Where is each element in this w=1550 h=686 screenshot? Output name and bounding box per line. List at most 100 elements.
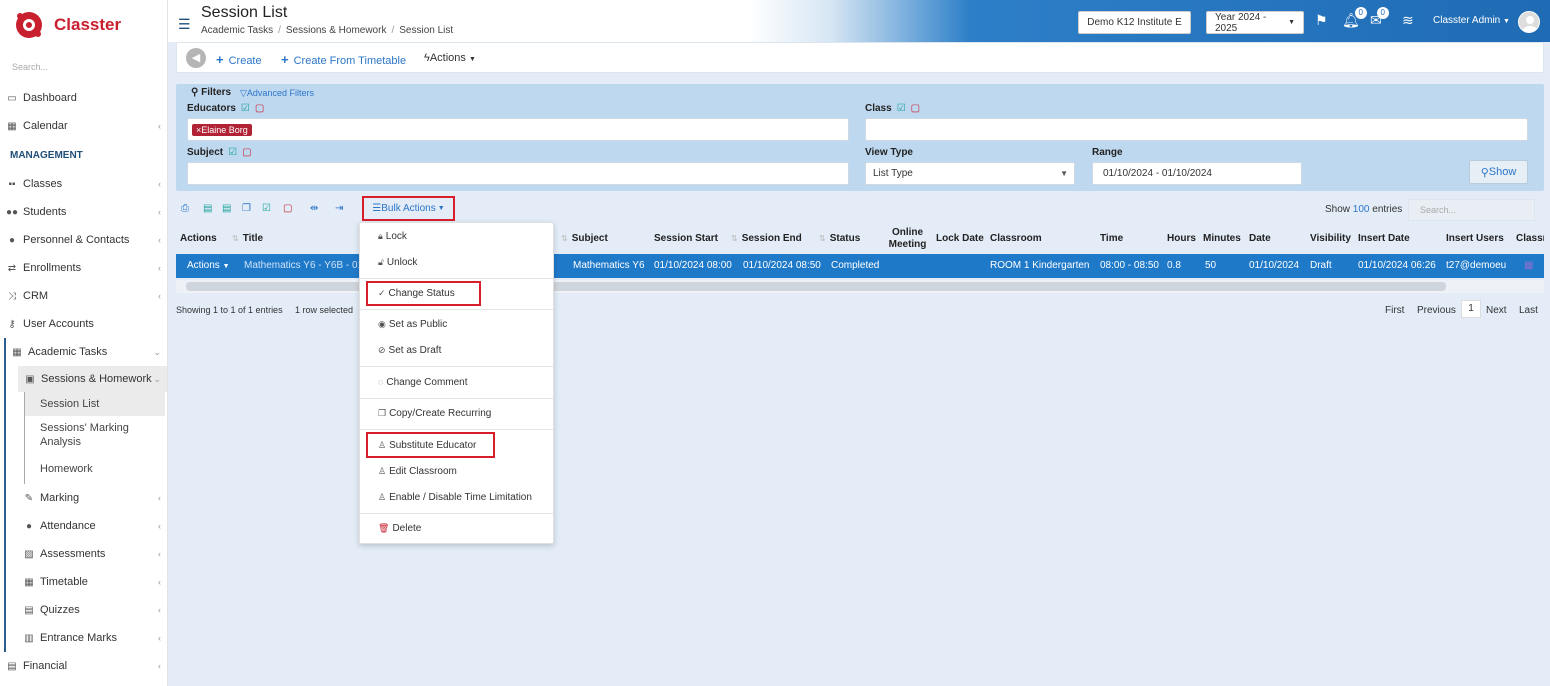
col-header-insert-date[interactable]: Insert Date	[1358, 233, 1410, 245]
create-button[interactable]: + Create	[216, 52, 262, 67]
col-header-session-start[interactable]: Session Start	[654, 233, 718, 245]
sidebar-item-marking-analysis[interactable]: Sessions' Marking Analysis	[25, 416, 167, 454]
copy-icon[interactable]: ❐	[242, 203, 251, 214]
menu-item-lock[interactable]: 🔒︎ Lock	[378, 231, 407, 242]
row-actions-dropdown[interactable]: Actions ▼	[187, 260, 230, 271]
breadcrumb-item[interactable]: Sessions & Homework	[286, 25, 387, 36]
pager-current[interactable]: 1	[1461, 300, 1481, 318]
user-icon: ♙	[378, 466, 387, 476]
view-type-label: View Type	[865, 147, 913, 158]
flag-icon[interactable]: ⚑	[1315, 12, 1328, 29]
deselect-icon[interactable]: ▢	[283, 203, 292, 214]
col-header-insert-users[interactable]: Insert Users	[1446, 233, 1504, 245]
sidebar-item-homework[interactable]: Homework	[25, 454, 167, 484]
sidebar-search-input[interactable]: Search...	[0, 50, 167, 84]
hamburger-menu-icon[interactable]: ☰	[178, 16, 191, 33]
sidebar-item-sessions-homework[interactable]: ▣ Sessions & Homework ⌄	[18, 366, 167, 392]
range-input[interactable]: 01/10/2024 - 01/10/2024	[1092, 162, 1302, 185]
menu-item-copy-recurring[interactable]: ❐ Copy/Create Recurring	[378, 408, 491, 419]
assessment-icon: ▨	[24, 548, 34, 560]
mail-icon[interactable]: ✉ 0	[1370, 7, 1389, 29]
menu-item-time-limitation[interactable]: ♙ Enable / Disable Time Limitation	[378, 492, 532, 503]
sidebar-item-students[interactable]: ●● Students ‹	[0, 198, 167, 226]
sidebar-item-quizzes[interactable]: ▤ Quizzes ‹	[6, 596, 167, 624]
select-all-icon[interactable]: ☑	[262, 203, 271, 214]
sidebar-item-personnel[interactable]: ● Personnel & Contacts ‹	[0, 226, 167, 254]
csv-icon[interactable]: ▤	[222, 203, 231, 214]
back-button[interactable]: ◀	[186, 48, 206, 68]
sidebar-item-session-list[interactable]: Session List	[25, 392, 165, 416]
print-icon[interactable]: ⎙	[181, 203, 189, 214]
col-header-title[interactable]: Title	[232, 233, 263, 245]
sidebar-item-attendance[interactable]: ● Attendance ‹	[6, 512, 167, 540]
menu-divider	[360, 513, 553, 514]
user-menu[interactable]: Classter Admin ▼	[1433, 15, 1510, 26]
col-header-online-meeting[interactable]: Online Meeting	[885, 227, 930, 251]
clear-square-icon[interactable]: ▢	[242, 147, 251, 158]
col-header-status[interactable]: Status	[819, 233, 861, 245]
institute-selector[interactable]: Demo K12 Institute E	[1078, 11, 1191, 34]
advanced-filters-link[interactable]: ▽Advanced Filters	[240, 88, 314, 99]
show-button[interactable]: ⚲ Show	[1469, 160, 1528, 184]
col-header-hours[interactable]: Hours	[1167, 233, 1196, 245]
check-square-icon[interactable]: ☑	[228, 147, 237, 158]
chevron-left-icon: ‹	[158, 577, 161, 587]
menu-item-edit-classroom[interactable]: ♙ Edit Classroom	[378, 466, 457, 477]
pager-previous[interactable]: Previous	[1417, 305, 1456, 316]
create-from-timetable-button[interactable]: + Create From Timetable	[281, 52, 406, 67]
view-type-select[interactable]: List Type ▼	[865, 162, 1075, 185]
sidebar-item-user-accounts[interactable]: ⚷ User Accounts	[0, 310, 167, 338]
class-input[interactable]	[865, 118, 1528, 141]
layers-icon[interactable]: ≋	[1402, 12, 1414, 29]
table-search-input[interactable]: Search...	[1408, 199, 1535, 221]
col-header-minutes[interactable]: Minutes	[1203, 233, 1241, 245]
columns-icon[interactable]: ⇹	[310, 203, 318, 214]
pager-next[interactable]: Next	[1486, 305, 1507, 316]
menu-item-change-comment[interactable]: ◌ Change Comment	[378, 377, 468, 388]
pager-last[interactable]: Last	[1519, 305, 1538, 316]
educators-input[interactable]: ×Elaine Borg	[187, 118, 849, 141]
export-icon[interactable]: ⇥	[335, 203, 343, 214]
col-header-visibility[interactable]: Visibility	[1310, 233, 1351, 245]
bell-icon[interactable]: 🔔︎ 0	[1342, 7, 1367, 29]
sidebar-item-marking[interactable]: ✎ Marking ‹	[6, 484, 167, 512]
col-header-time[interactable]: Time	[1100, 233, 1123, 245]
sidebar-item-classes[interactable]: ▪▪ Classes ‹	[0, 170, 167, 198]
clear-square-icon[interactable]: ▢	[255, 103, 264, 114]
page-length[interactable]: Show 100 entries	[1325, 204, 1402, 215]
col-header-classroom[interactable]: Classroom	[990, 233, 1042, 245]
avatar[interactable]	[1518, 11, 1540, 33]
logo[interactable]: Classter	[0, 0, 167, 50]
year-selector[interactable]: Year 2024 - 2025 ▼	[1206, 11, 1304, 34]
col-header-session-end[interactable]: Session End	[731, 233, 802, 245]
clear-square-icon[interactable]: ▢	[911, 103, 920, 114]
col-header-subject[interactable]: Subject	[561, 233, 608, 245]
sidebar-item-calendar[interactable]: ▦ Calendar ‹	[0, 112, 167, 140]
col-header-lock-date[interactable]: Lock Date	[936, 233, 984, 245]
sidebar-item-academic-tasks[interactable]: ▦ Academic Tasks ⌄	[6, 338, 167, 366]
classroom-grid-icon[interactable]: ▦	[1524, 260, 1533, 271]
cell-title[interactable]: Mathematics Y6 - Y6B - 01	[244, 260, 363, 271]
pager-first[interactable]: First	[1385, 305, 1404, 316]
check-square-icon[interactable]: ☑	[897, 103, 906, 114]
check-square-icon[interactable]: ☑	[241, 103, 250, 114]
breadcrumb-item[interactable]: Academic Tasks	[201, 25, 273, 36]
actions-dropdown[interactable]: ϟActions ▼	[424, 52, 476, 64]
col-header-classr[interactable]: Classr	[1516, 233, 1544, 245]
menu-item-set-draft[interactable]: ⊘ Set as Draft	[378, 345, 441, 356]
menu-item-set-public[interactable]: ◉ Set as Public	[378, 319, 447, 330]
menu-item-unlock[interactable]: 🔓︎ Unlock	[378, 257, 417, 268]
sidebar-item-timetable[interactable]: ▦ Timetable ‹	[6, 568, 167, 596]
sidebar-item-assessments[interactable]: ▨ Assessments ‹	[6, 540, 167, 568]
sidebar-item-entrance-marks[interactable]: ▥ Entrance Marks ‹	[6, 624, 167, 652]
sidebar-item-dashboard[interactable]: ▭ Dashboard	[0, 84, 167, 112]
sidebar-item-enrollments[interactable]: ⇄ Enrollments ‹	[0, 254, 167, 282]
subject-input[interactable]	[187, 162, 849, 185]
col-header-date[interactable]: Date	[1249, 233, 1271, 245]
excel-icon[interactable]: ▤	[203, 203, 212, 214]
educator-tag[interactable]: ×Elaine Borg	[192, 123, 252, 136]
sidebar-item-crm[interactable]: ⤨ CRM ‹	[0, 282, 167, 310]
menu-item-delete[interactable]: 🗑︎ Delete	[378, 523, 421, 534]
sidebar-item-financial[interactable]: ▤ Financial ‹	[0, 652, 167, 680]
bulk-actions-button[interactable]: ☰ Bulk Actions ▼	[362, 196, 455, 221]
